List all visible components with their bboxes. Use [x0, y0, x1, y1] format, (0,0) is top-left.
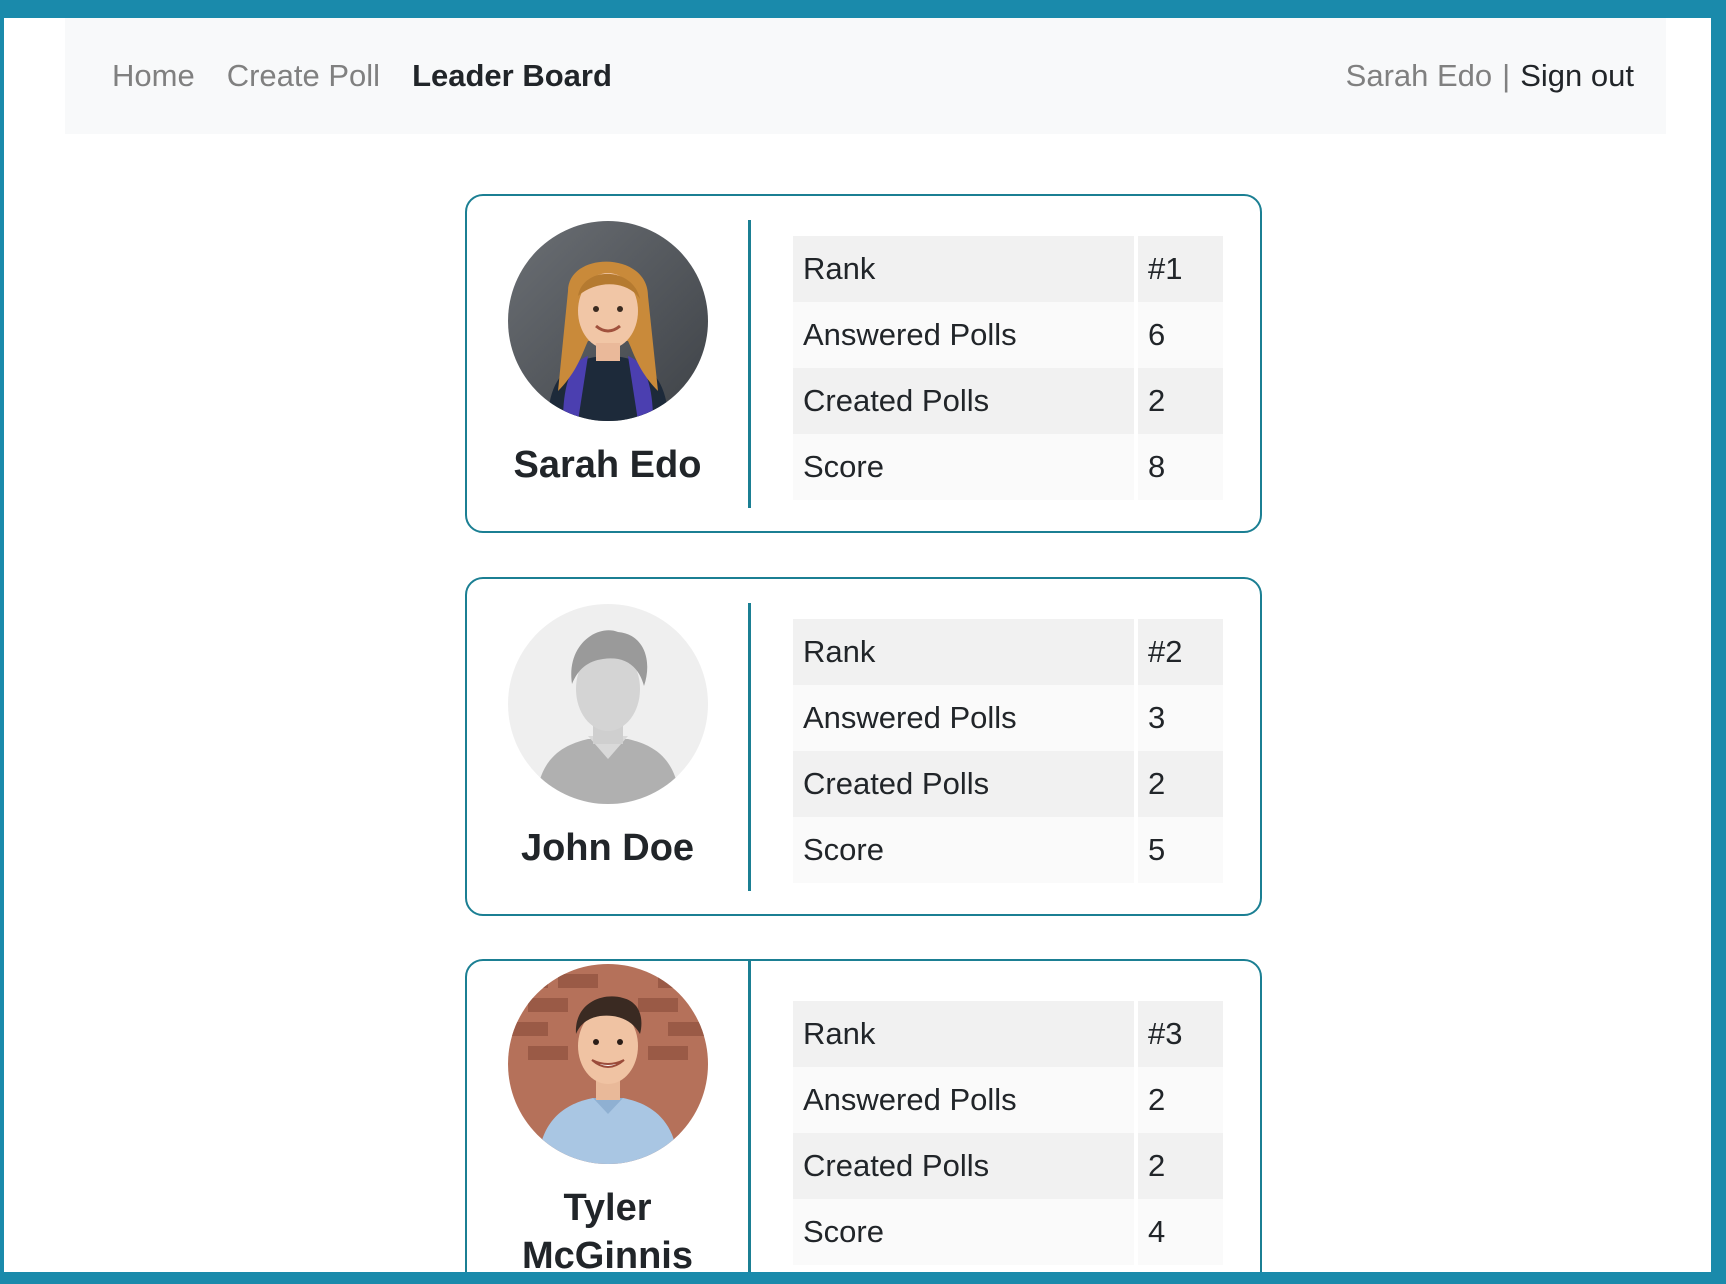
stat-value: 2 — [1134, 1067, 1223, 1133]
stat-label: Rank — [793, 236, 1134, 302]
table-row: Score 5 — [793, 817, 1223, 883]
player-name: Tyler McGinnis — [521, 1187, 694, 1272]
table-row: Score 8 — [793, 434, 1223, 500]
table-row: Rank #2 — [793, 619, 1223, 685]
current-user-name: Sarah Edo — [1345, 58, 1493, 93]
card-divider — [748, 603, 751, 891]
stat-value: #3 — [1134, 1001, 1223, 1067]
card-divider — [748, 220, 751, 508]
stat-label: Created Polls — [793, 368, 1134, 434]
stat-label: Created Polls — [793, 1133, 1134, 1199]
stats-table: Rank #3 Answered Polls 2 Created Polls 2 Sc… — [793, 1001, 1223, 1265]
table-row: Answered Polls 2 — [793, 1067, 1223, 1133]
leaderboard-card: John Doe Rank #2 Answered Polls 3 Created … — [465, 577, 1262, 916]
card-divider — [748, 961, 751, 1272]
stat-label: Score — [793, 434, 1134, 500]
table-row: Created Polls 2 — [793, 368, 1223, 434]
nav-links: Home Create Poll Leader Board — [112, 58, 612, 94]
stat-label: Created Polls — [793, 751, 1134, 817]
top-navbar: Home Create Poll Leader Board Sarah Edo … — [65, 18, 1666, 134]
stats-table: Rank #2 Answered Polls 3 Created Polls 2 Sc… — [793, 619, 1223, 883]
stat-value: 2 — [1134, 1133, 1223, 1199]
nav-leader-board-link[interactable]: Leader Board — [412, 58, 612, 94]
player-name: Sarah Edo — [513, 444, 702, 486]
stat-value: #1 — [1134, 236, 1223, 302]
nav-create-poll-link[interactable]: Create Poll — [227, 58, 380, 94]
stats-table: Rank #1 Answered Polls 6 Created Polls 2 Sc… — [793, 236, 1223, 500]
man-photo-avatar — [507, 964, 708, 1164]
stat-value: 6 — [1134, 302, 1223, 368]
stat-value: 2 — [1134, 368, 1223, 434]
stat-value: 2 — [1134, 751, 1223, 817]
stat-value: #2 — [1134, 619, 1223, 685]
player-name: John Doe — [520, 827, 695, 869]
default-person-avatar — [507, 604, 708, 804]
stat-value: 8 — [1134, 434, 1223, 500]
leaderboard-card: Tyler McGinnis Rank #3 Answered Polls 2 Cr… — [465, 959, 1262, 1272]
nav-user-area: Sarah Edo | Sign out — [1346, 58, 1634, 94]
stat-label: Rank — [793, 619, 1134, 685]
table-row: Created Polls 2 — [793, 1133, 1223, 1199]
player-profile: Tyler McGinnis — [467, 961, 748, 1272]
stat-label: Answered Polls — [793, 302, 1134, 368]
woman-photo-avatar — [507, 221, 708, 421]
sign-out-link[interactable]: Sign out — [1520, 58, 1634, 94]
browser-viewport: Home Create Poll Leader Board Sarah Edo … — [4, 18, 1711, 1272]
table-row: Rank #3 — [793, 1001, 1223, 1067]
stat-label: Answered Polls — [793, 1067, 1134, 1133]
stat-label: Score — [793, 1199, 1134, 1265]
stat-label: Score — [793, 817, 1134, 883]
stat-label: Rank — [793, 1001, 1134, 1067]
stat-value: 4 — [1134, 1199, 1223, 1265]
player-profile: John Doe — [467, 579, 748, 914]
table-row: Created Polls 2 — [793, 751, 1223, 817]
table-row: Answered Polls 3 — [793, 685, 1223, 751]
table-row: Answered Polls 6 — [793, 302, 1223, 368]
stat-label: Answered Polls — [793, 685, 1134, 751]
nav-separator: | — [1502, 58, 1511, 93]
table-row: Score 4 — [793, 1199, 1223, 1265]
leaderboard-card: Sarah Edo Rank #1 Answered Polls 6 Created… — [465, 194, 1262, 533]
stat-value: 5 — [1134, 817, 1223, 883]
nav-home-link[interactable]: Home — [112, 58, 195, 94]
stat-value: 3 — [1134, 685, 1223, 751]
player-profile: Sarah Edo — [467, 196, 748, 531]
table-row: Rank #1 — [793, 236, 1223, 302]
